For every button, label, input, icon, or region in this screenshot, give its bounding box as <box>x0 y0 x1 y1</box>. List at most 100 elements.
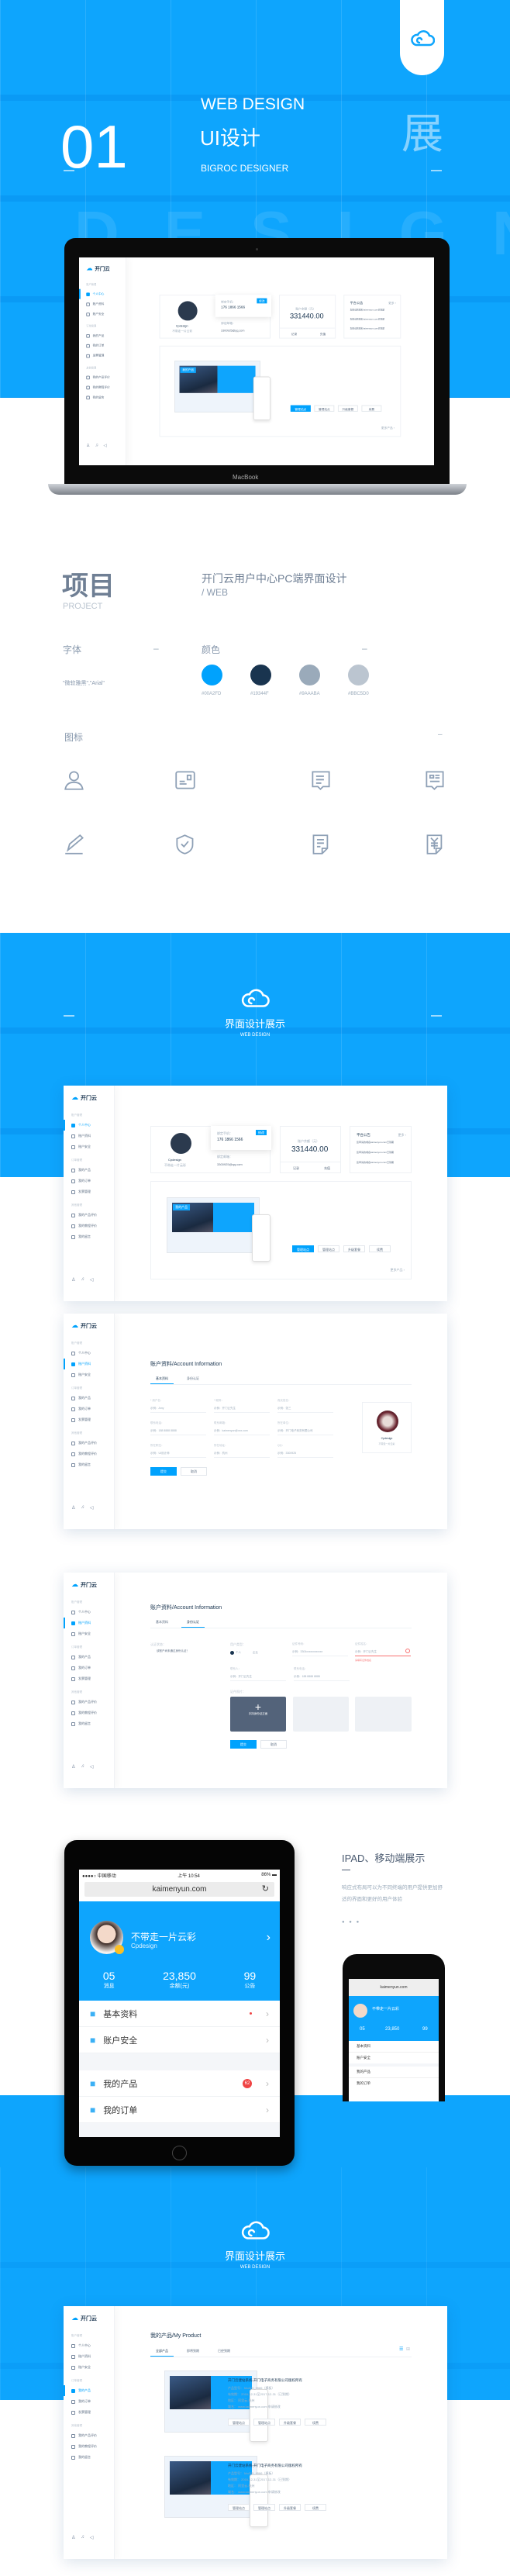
sidebar-item[interactable]: 账户安全 <box>64 1628 114 1639</box>
list-view-icon[interactable]: ☰ <box>399 2346 403 2352</box>
type-radio[interactable]: 企业 <box>253 1651 258 1655</box>
radio-selected[interactable] <box>230 1651 234 1655</box>
sidebar-item[interactable]: 账户安全 <box>64 1141 114 1152</box>
notice-more-link[interactable]: 更多 › <box>388 301 396 306</box>
phone-menu-item[interactable]: 基本资料 <box>349 2041 439 2053</box>
menu-item[interactable]: ■ 我的订单 › <box>79 2097 280 2123</box>
bell-icon[interactable]: ♫ <box>81 1277 84 1283</box>
product-action-button[interactable]: 续费 <box>305 2419 326 2426</box>
profile-header[interactable]: 不带走一片云彩 Cpdesign › 05 消息 23,850 余额(元) 99 公告 <box>79 1901 280 2001</box>
sidebar-item[interactable]: 我的订单 <box>79 340 126 350</box>
stat-item[interactable]: 23,850 余额(元) <box>163 1970 196 1990</box>
form-field[interactable]: 所在职位： 示例：UI设计师 <box>150 1444 206 1458</box>
product-action-button[interactable]: 管理站点 <box>253 2419 275 2426</box>
sidebar-item[interactable]: 我的教程评价 <box>64 1708 114 1718</box>
speaker-icon[interactable]: ◁ <box>90 1277 94 1283</box>
bell-icon[interactable]: ♫ <box>81 1764 84 1770</box>
sidebar-item[interactable]: 账户资料 <box>79 299 126 309</box>
notice-item[interactable]: 您申请的域名kaimenyun.com已到期 <box>357 1161 408 1164</box>
sidebar-item[interactable]: 账户资料 <box>64 1618 114 1628</box>
recharge-link[interactable]: 充值 <box>320 332 326 337</box>
sidebar-item[interactable]: 我的留言 <box>64 1718 114 1729</box>
sidebar-item[interactable]: 个人中心 <box>79 288 126 299</box>
tab[interactable]: 即将到期 <box>181 2346 205 2357</box>
user-alert-icon[interactable]: ♙ <box>71 1277 75 1283</box>
form-field[interactable]: 联系邮箱： 示例：kaimenyun@xxx.com <box>214 1421 270 1435</box>
more-products-link[interactable]: 更多产品 › <box>381 426 395 430</box>
phone-menu-item[interactable]: 我的产品 <box>349 2067 439 2078</box>
sidebar-item[interactable]: 我的产品 <box>64 1652 114 1663</box>
product-action-button[interactable]: 续费 <box>369 1245 391 1252</box>
product-action-button[interactable]: 管理站点 <box>290 405 311 412</box>
edit-phone-button[interactable]: 修改 <box>256 1130 267 1135</box>
sidebar-item[interactable]: 我的产品评价 <box>64 1438 114 1449</box>
tab[interactable]: 基本资料 <box>150 1374 174 1384</box>
grid-view-icon[interactable]: ⊞ <box>406 2346 410 2352</box>
app-logo[interactable]: ☁ 开门云 <box>71 2314 97 2322</box>
phone-menu-item[interactable]: 账户安全 <box>349 2053 439 2067</box>
product-action-button[interactable]: 续费 <box>305 2504 326 2511</box>
tab[interactable]: 已经到期 <box>212 2346 236 2357</box>
product-action-button[interactable]: 管理站点 <box>318 1245 339 1252</box>
contact-field[interactable]: 联系人： 示例：开门云先生 <box>230 1667 286 1681</box>
menu-item[interactable]: ■ 基本资料 › <box>79 2001 280 2027</box>
id-number-field[interactable]: 证件号码： 示例：3304xxxxxxxxxxxx <box>292 1642 348 1656</box>
app-logo[interactable]: ☁ 开门云 <box>71 1321 97 1330</box>
type-radio[interactable]: 个人 <box>236 1651 241 1655</box>
form-field[interactable]: 所在地址： 示例：杭州 <box>214 1444 270 1458</box>
sidebar-item[interactable]: 我的订单 <box>64 1404 114 1414</box>
product-action-button[interactable]: 管理站点 <box>292 1245 314 1252</box>
product-action-button[interactable]: 续费 <box>361 405 382 412</box>
notice-item[interactable]: 您申请的域名kaimenyun.com已到期 <box>350 327 398 330</box>
notice-item[interactable]: 您申请的域名kaimenyun.com已到期 <box>350 309 398 312</box>
sidebar-item[interactable]: 个人中心 <box>64 1607 114 1618</box>
id-name-field[interactable]: 证件姓名： 示例：开门云先生 <box>355 1642 411 1656</box>
app-logo[interactable]: ☁ 开门云 <box>71 1580 97 1589</box>
form-field[interactable]: 所在单位： 示例：开门电子商务有限公司 <box>277 1421 333 1435</box>
sidebar-item[interactable]: 我的教程评价 <box>64 1449 114 1459</box>
sidebar-item[interactable]: 账户安全 <box>79 309 126 319</box>
form-field[interactable]: * 昵称： 示例：开门云先生 <box>214 1399 270 1413</box>
sidebar-item[interactable]: 我的产品评价 <box>64 1697 114 1708</box>
sidebar-item[interactable]: 我的产品评价 <box>79 372 126 382</box>
speaker-icon[interactable]: ◁ <box>90 1505 94 1511</box>
sidebar-item[interactable]: 我的产品 <box>79 330 126 340</box>
product-action-button[interactable]: 管理站点 <box>253 2504 275 2511</box>
sidebar-item[interactable]: 发票管理 <box>64 1414 114 1425</box>
notice-item[interactable]: 您申请的域名kaimenyun.com已到期 <box>350 318 398 321</box>
cancel-button[interactable]: 取消 <box>260 1740 287 1749</box>
product-action-button[interactable]: 管理站点 <box>314 405 335 412</box>
user-alert-icon[interactable]: ♙ <box>71 2535 75 2540</box>
sidebar-item[interactable]: 个人中心 <box>64 1120 114 1131</box>
notice-more-link[interactable]: 更多 › <box>398 1133 406 1138</box>
notice-item[interactable]: 您申请的域名kaimenyun.com已到期 <box>357 1151 408 1154</box>
user-alert-icon[interactable]: ♙ <box>71 1764 75 1770</box>
form-field[interactable]: * 用户名： 示例：Amy <box>150 1399 206 1413</box>
sidebar-item[interactable]: 发票管理 <box>64 1186 114 1197</box>
more-products-link[interactable]: 更多产品 › <box>391 1268 405 1272</box>
carousel-dots[interactable]: ● ● ● <box>342 1920 360 1925</box>
tab[interactable]: 身份认证 <box>181 1618 205 1628</box>
url-bar[interactable]: kaimenyun.com ↻ <box>84 1882 274 1897</box>
reload-icon[interactable]: ↻ <box>262 1882 269 1897</box>
form-field[interactable]: 联系电话： 示例：188 8888 8888 <box>150 1421 206 1435</box>
sidebar-item[interactable]: 我的产品 <box>64 1165 114 1176</box>
tel-field[interactable]: 联系电话： 示例：188 8888 8888 <box>294 1667 350 1681</box>
sidebar-item[interactable]: 账户资料 <box>64 1359 114 1369</box>
sidebar-item[interactable]: 发票管理 <box>79 350 126 361</box>
bell-icon[interactable]: ♫ <box>81 1505 84 1511</box>
product-action-button[interactable]: 管理站点 <box>228 2504 250 2511</box>
tab[interactable]: 全部产品 <box>150 2346 174 2357</box>
upload-id-button[interactable]: + 手持身份证正面 <box>230 1697 286 1732</box>
speaker-icon[interactable]: ◁ <box>103 444 106 449</box>
sidebar-item[interactable]: 我的留言 <box>79 392 126 402</box>
submit-button[interactable]: 提交 <box>150 1467 177 1476</box>
sidebar-item[interactable]: 我的留言 <box>64 1231 114 1242</box>
product-action-button[interactable]: 管理站点 <box>228 2419 250 2426</box>
sidebar-item[interactable]: 我的教程评价 <box>79 382 126 392</box>
edit-phone-button[interactable]: 修改 <box>257 298 267 304</box>
sidebar-item[interactable]: 个人中心 <box>64 2340 114 2351</box>
sidebar-item[interactable]: 我的教程评价 <box>64 1221 114 1231</box>
product-action-button[interactable]: 升级套餐 <box>337 405 358 412</box>
sidebar-item[interactable]: 账户资料 <box>64 2351 114 2362</box>
